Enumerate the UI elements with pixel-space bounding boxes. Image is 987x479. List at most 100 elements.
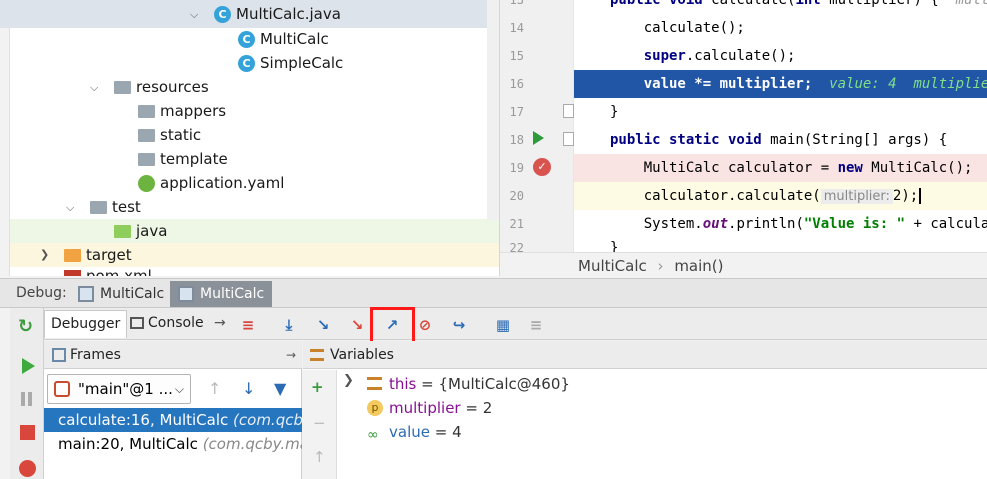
tree-item-pom-xml[interactable]: pom.xml (64, 266, 152, 276)
debug-tab-multicalc-1[interactable]: MultiCalc (70, 281, 172, 307)
resource-folder-icon (114, 81, 131, 94)
excluded-folder-icon (64, 249, 81, 262)
run-config-icon (178, 286, 194, 302)
folder-icon (138, 105, 155, 118)
chevron-down-icon[interactable]: ⌵ (190, 9, 200, 20)
fold-marker-icon[interactable] (563, 104, 574, 118)
chevron-right-icon[interactable]: ❯ (343, 373, 354, 388)
run-config-icon (78, 286, 94, 302)
force-step-into-icon[interactable]: ↘ (346, 314, 368, 336)
folder-icon (138, 129, 155, 142)
variable-row-multiplier[interactable]: p multiplier = 2 (367, 396, 492, 420)
debug-label: Debug: (16, 285, 67, 301)
resume-icon[interactable] (22, 358, 35, 374)
show-execution-point-icon[interactable]: ≡ (237, 314, 259, 336)
thread-icon (54, 381, 70, 397)
tree-item-resources[interactable]: resources (114, 75, 209, 99)
next-frame-icon[interactable]: ↓ (242, 379, 255, 398)
tab-debugger[interactable]: Debugger (44, 310, 128, 338)
editor-breadcrumb: MultiCalc › main() (500, 252, 987, 278)
line-number: 16 (509, 77, 524, 91)
tree-item-multicalc-java[interactable]: C MultiCalc.java (214, 2, 341, 26)
chevron-down-icon: ⌵ (174, 382, 184, 396)
code-line-20: calculator.calculate(multiplier: 2); (574, 182, 987, 210)
frames-icon (52, 348, 66, 362)
pause-icon[interactable] (28, 392, 32, 406)
frames-panel: Frames → "main"@1 ... ⌵ ↑ ↓ ▼ calculate:… (44, 341, 302, 479)
previous-frame-icon[interactable]: ↑ (208, 379, 221, 398)
folder-icon (90, 201, 107, 214)
debug-action-column: ↻ (10, 308, 44, 479)
filter-icon[interactable]: ▼ (274, 379, 286, 398)
folder-icon (138, 153, 155, 166)
project-tree: ⌵ C MultiCalc.java C MultiCalc C SimpleCalc… (0, 0, 500, 276)
drop-frame-icon[interactable]: ⊘ (414, 314, 436, 336)
rerun-icon[interactable]: ↻ (18, 316, 33, 337)
run-to-cursor-icon[interactable]: ↪ (448, 314, 470, 336)
pin-icon[interactable]: → (286, 341, 296, 369)
variables-icon (310, 349, 324, 361)
remove-watch-icon[interactable]: − (313, 414, 326, 432)
spring-leaf-icon (138, 175, 155, 192)
chevron-down-icon[interactable]: ⌵ (90, 82, 100, 93)
line-number: 20 (509, 189, 524, 203)
step-over-icon[interactable]: ⤓ (278, 314, 300, 336)
code-line-15: super.calculate(); (643, 48, 796, 64)
parameter-hint: multiplier: (820, 189, 893, 204)
move-up-icon[interactable]: ↑ (313, 448, 326, 466)
breadcrumb-method[interactable]: main() (674, 257, 723, 275)
line-number: 19 (509, 161, 524, 175)
parameter-icon: p (367, 400, 383, 416)
tree-scrollbar[interactable] (487, 0, 499, 220)
tree-item-static[interactable]: static (138, 123, 201, 147)
object-icon (367, 377, 382, 390)
variables-panel: Variables + − ↑ ❯ this = {MultiCalc@460}… (303, 341, 987, 479)
frames-header: Frames → (44, 341, 302, 369)
line-number: 13 (509, 0, 524, 7)
tree-item-java[interactable]: java (114, 219, 167, 243)
tree-item-multicalc-class[interactable]: C MultiCalc (238, 27, 329, 51)
tree-item-simplecalc-class[interactable]: C SimpleCalc (238, 51, 343, 75)
line-number: 18 (509, 133, 524, 147)
view-breakpoints-icon[interactable] (19, 460, 36, 477)
tree-item-test[interactable]: test (90, 195, 141, 219)
field-icon: ∞ (367, 427, 379, 443)
tree-item-template[interactable]: template (138, 147, 228, 171)
pause-icon[interactable] (21, 392, 25, 406)
tree-item-application-yaml[interactable]: application.yaml (138, 171, 284, 195)
step-into-icon[interactable]: ↘ (312, 314, 334, 336)
chevron-down-icon[interactable]: ⌵ (66, 202, 76, 213)
variable-row-value[interactable]: ∞ value = 4 (367, 420, 462, 444)
tree-item-mappers[interactable]: mappers (138, 99, 226, 123)
thread-select[interactable]: "main"@1 ... ⌵ (47, 374, 191, 404)
maven-icon (64, 270, 81, 276)
console-icon (130, 317, 144, 329)
tree-item-target[interactable]: target (64, 243, 132, 267)
class-file-icon: C (214, 6, 231, 23)
code-line-21: System.out.println("Value is: " + calcul… (610, 216, 987, 232)
chevron-right-icon[interactable]: ❯ (40, 249, 50, 260)
code-line-13: public void calculate(int multiplier) { … (610, 0, 987, 8)
trace-stream-icon[interactable]: ≡ (525, 314, 547, 336)
variable-row-this[interactable]: this = {MultiCalc@460} (367, 372, 570, 396)
code-line-17: } (610, 104, 619, 120)
run-gutter-icon[interactable] (533, 131, 544, 145)
new-watch-icon[interactable]: + (311, 378, 324, 396)
evaluate-expression-icon[interactable]: ▦ (492, 314, 514, 336)
inline-debug-values: value: 4 multiplier (829, 76, 987, 92)
stop-icon[interactable] (20, 425, 35, 440)
line-number: 14 (509, 21, 524, 35)
breakpoint-icon[interactable]: ✓ (533, 158, 551, 176)
console-arrow-icon: → (214, 315, 226, 331)
breadcrumb-class[interactable]: MultiCalc (578, 257, 647, 275)
debug-tab-multicalc-2[interactable]: MultiCalc (170, 281, 273, 307)
debug-tool-window-header: Debug: MultiCalc MultiCalc (0, 278, 987, 308)
test-folder-icon (114, 225, 131, 238)
frame-row[interactable]: main:20, MultiCalc (com.qcby.ma (44, 432, 302, 456)
variables-header: Variables (303, 341, 987, 369)
debugger-toolbar: Debugger Console → ≡ ⤓ ↘ ↘ ↗ ⊘ ↪ ▦ ≡ (44, 308, 987, 340)
line-number: 21 (509, 217, 524, 231)
tab-console[interactable]: Console → (124, 310, 232, 338)
fold-marker-icon[interactable] (563, 132, 574, 146)
frame-row[interactable]: calculate:16, MultiCalc (com.qcby.ma (44, 408, 302, 432)
